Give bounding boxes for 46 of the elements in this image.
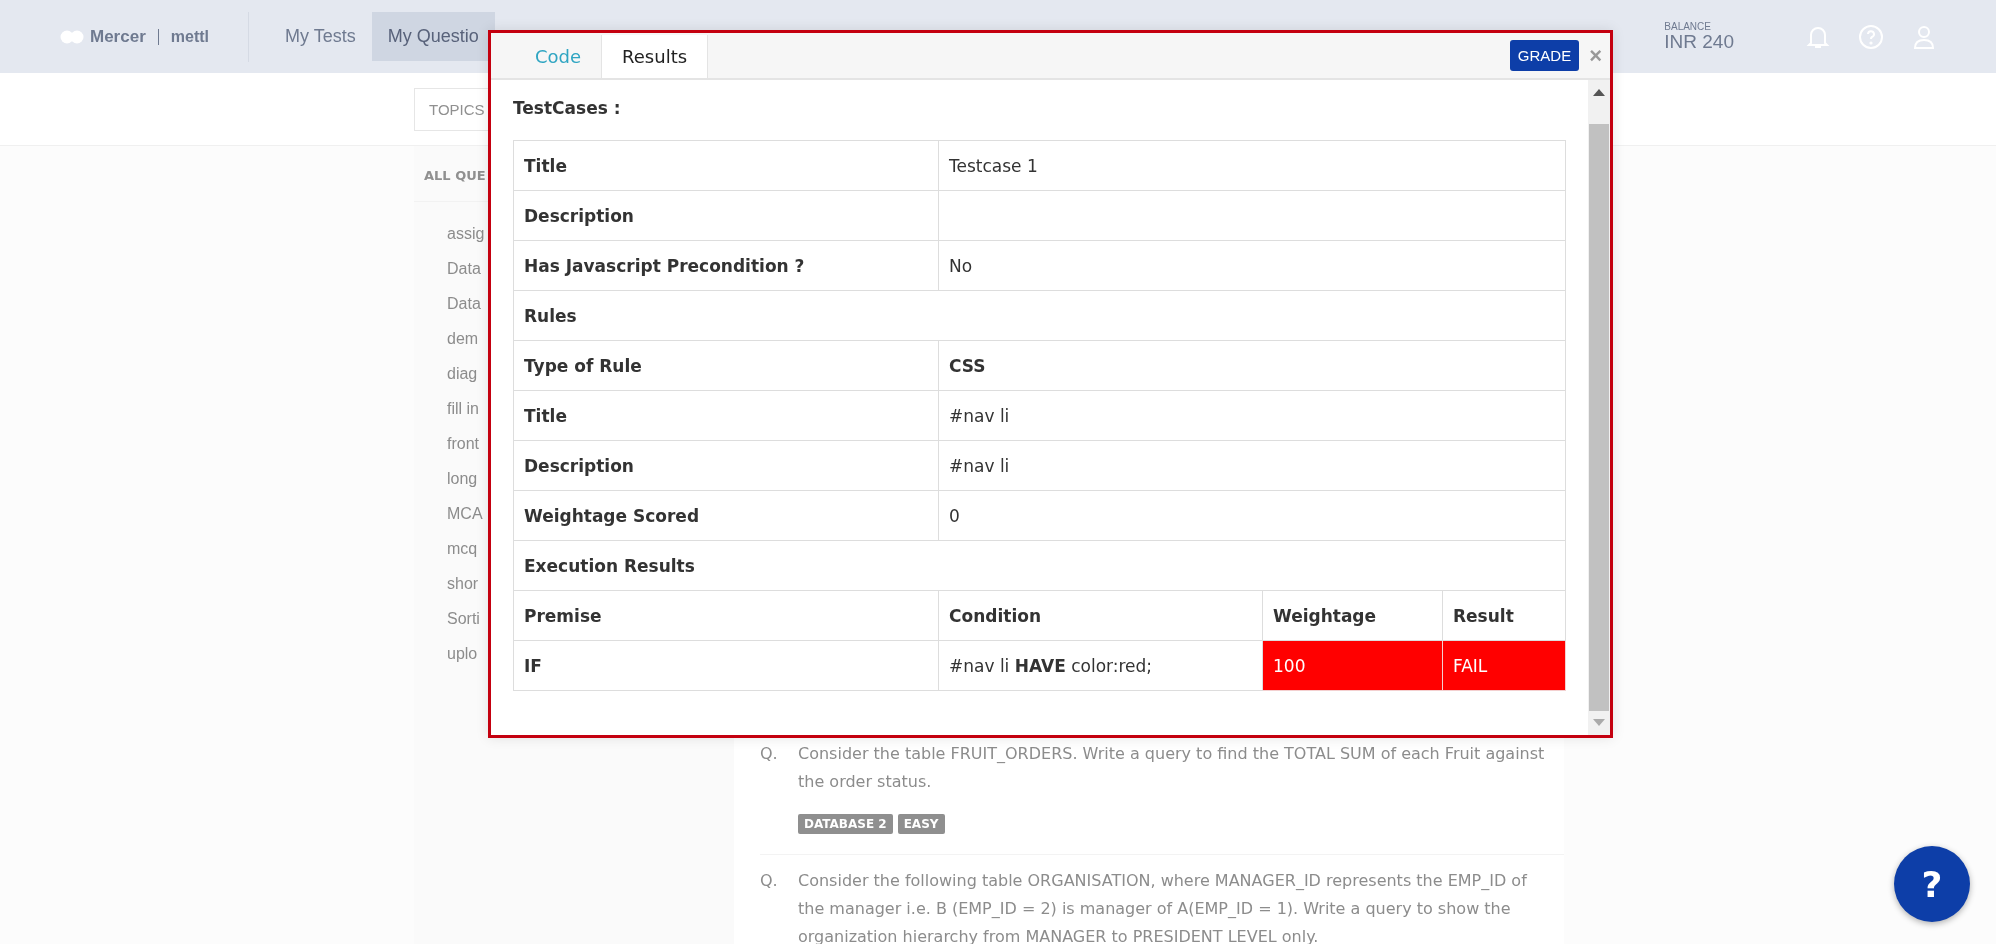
nav-link[interactable]: My Tests xyxy=(269,12,372,61)
column-header: Premise xyxy=(513,590,939,641)
logo-icon xyxy=(60,29,84,44)
tab[interactable]: Results xyxy=(601,35,709,78)
balance-value: INR 240 xyxy=(1664,32,1734,52)
tag: EASY xyxy=(897,814,945,834)
table-cell: Type of Rule xyxy=(513,340,939,391)
table-cell: 100 xyxy=(1262,640,1443,691)
table-cell: #nav li xyxy=(938,440,1566,491)
help-button[interactable]: ? xyxy=(1894,846,1970,922)
table-cell: Weightage Scored xyxy=(513,490,939,541)
scrollbar[interactable] xyxy=(1588,80,1610,735)
grade-button[interactable]: GRADE xyxy=(1509,40,1580,71)
table-cell: FAIL xyxy=(1442,640,1566,691)
column-header: Result xyxy=(1442,590,1566,641)
tab[interactable]: Code xyxy=(515,35,602,78)
table-cell: CSS xyxy=(938,340,1566,391)
nav-link[interactable]: My Questio xyxy=(371,12,495,61)
balance-label: BALANCE xyxy=(1664,21,1712,32)
table-cell: 0 xyxy=(938,490,1566,541)
table-cell: Has Javascript Precondition ? xyxy=(513,240,939,291)
table-cell: #nav li HAVE color:red; xyxy=(938,640,1263,691)
column-header: Condition xyxy=(938,590,1263,641)
tag: DATABASE 2 xyxy=(798,814,893,834)
question-marker: Q. xyxy=(760,870,779,892)
table-cell: Title xyxy=(513,140,939,191)
section-heading: TestCases : xyxy=(513,98,622,118)
table-cell: Description xyxy=(513,190,939,241)
table-cell: Execution Results xyxy=(513,540,1566,591)
user-icon[interactable] xyxy=(1912,23,1936,50)
scroll-down-icon[interactable] xyxy=(1593,719,1605,727)
logo-text: Mercer xyxy=(90,26,146,47)
logo-text: mettl xyxy=(170,27,209,46)
close-button[interactable]: × xyxy=(1579,42,1610,69)
table-cell: Rules xyxy=(513,290,1566,341)
scroll-up-icon[interactable] xyxy=(1593,88,1605,96)
table-cell: #nav li xyxy=(938,390,1566,441)
table-cell: Title xyxy=(513,390,939,441)
question-text: Consider the table FRUIT_ORDERS. Write a query to find the TOTAL SUM of each Fruit against the order status. xyxy=(798,743,1546,793)
table-cell: IF xyxy=(513,640,939,691)
help-icon[interactable] xyxy=(1858,23,1884,50)
column-header: Weightage xyxy=(1262,590,1443,641)
table-cell: Description xyxy=(513,440,939,491)
table-cell: No xyxy=(938,240,1566,291)
table-cell: Testcase 1 xyxy=(938,140,1566,191)
question-marker: Q. xyxy=(760,743,779,765)
